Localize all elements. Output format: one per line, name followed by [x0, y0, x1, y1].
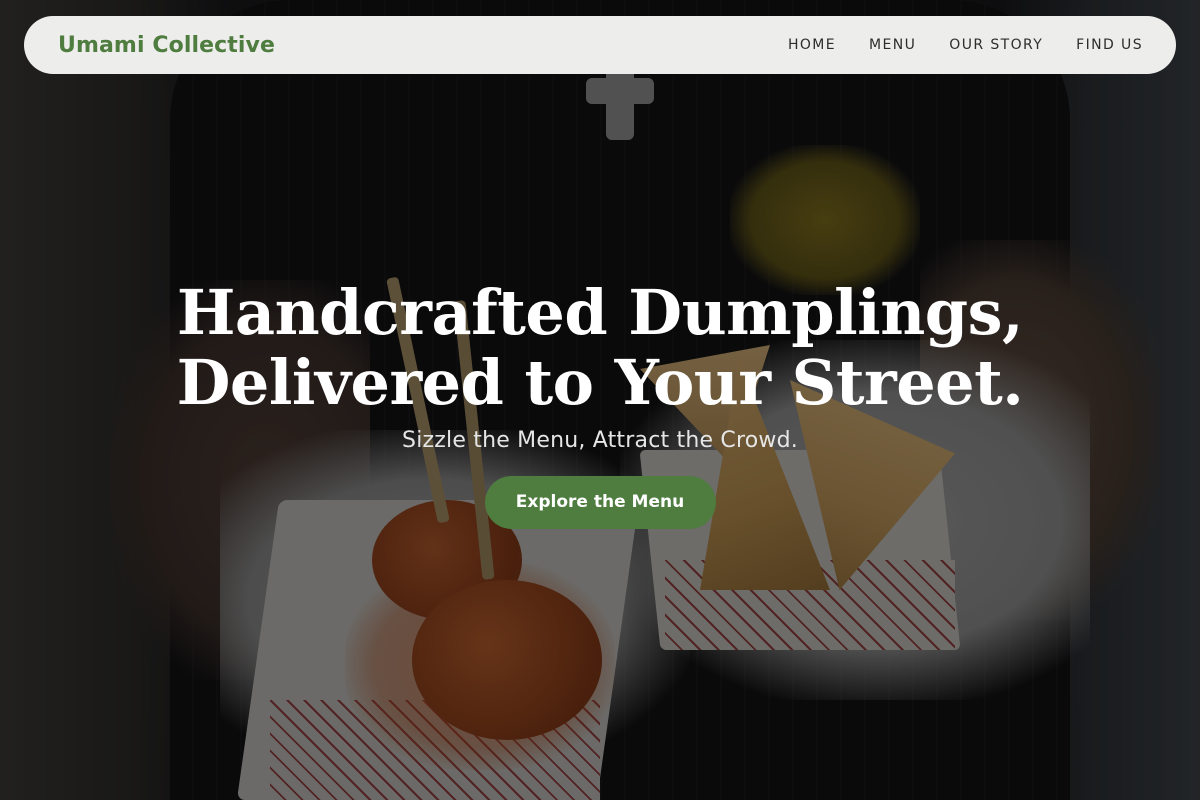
nav-link-home[interactable]: HOME	[788, 37, 836, 53]
nav-link-find-us[interactable]: FIND US	[1076, 37, 1143, 53]
hero-subheading: Sizzle the Menu, Attract the Crowd.	[402, 428, 798, 453]
navigation-bar: Umami Collective HOME MENU OUR STORY FIN…	[24, 16, 1176, 74]
brand-logo[interactable]: Umami Collective	[58, 33, 275, 58]
hero-headline-line-2: Delivered to Your Street.	[176, 346, 1024, 419]
hero-headline: Handcrafted Dumplings, Delivered to Your…	[0, 278, 1200, 418]
hero-content: Handcrafted Dumplings, Delivered to Your…	[0, 278, 1200, 529]
nav-links: HOME MENU OUR STORY FIND US	[788, 37, 1143, 53]
explore-menu-button[interactable]: Explore the Menu	[484, 476, 716, 529]
nav-link-menu[interactable]: MENU	[869, 37, 916, 53]
hero-headline-line-1: Handcrafted Dumplings,	[176, 276, 1024, 349]
nav-link-our-story[interactable]: OUR STORY	[949, 37, 1043, 53]
